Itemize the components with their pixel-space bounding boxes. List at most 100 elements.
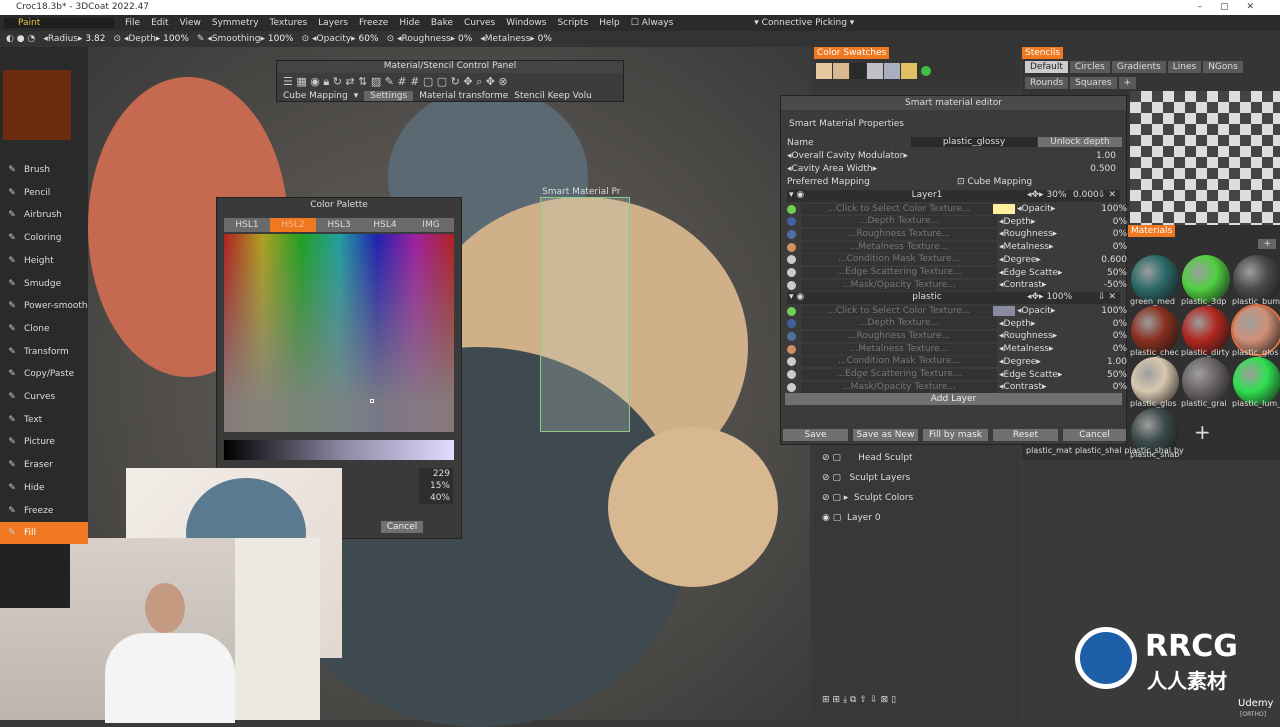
layer-item[interactable]: ⊘ ▢ Head Sculpt xyxy=(822,453,913,463)
tool-fill[interactable]: ✎ Fill xyxy=(0,522,88,545)
delete-layer-icon[interactable]: ⇩ ✕ xyxy=(1098,190,1116,200)
param-slider[interactable]: ◂Contrast▸ xyxy=(999,382,1079,392)
param-slider[interactable]: ◂Edge Scatte▸ xyxy=(999,268,1079,278)
stencil-tab-circles[interactable]: Circles xyxy=(1069,61,1110,73)
always-checkbox[interactable]: ☐ Always xyxy=(631,18,674,28)
tool-picture[interactable]: ✎ Picture xyxy=(0,431,88,453)
texture-slot[interactable]: ...Metalness Texture... xyxy=(801,241,997,253)
lightness-value[interactable]: 40% xyxy=(419,492,453,504)
param-value[interactable]: 0% xyxy=(1079,242,1127,252)
tool-smudge[interactable]: ✎ Smudge xyxy=(0,273,88,295)
delete-layer-icon[interactable]: ⇩ ✕ xyxy=(1098,292,1116,302)
menu-curves[interactable]: Curves xyxy=(464,18,495,28)
texture-slot[interactable]: ...Mask/Opacity Texture... xyxy=(801,279,997,291)
material-label[interactable]: plastic_shal xyxy=(1075,446,1122,455)
menu-edit[interactable]: Edit xyxy=(151,18,168,28)
texture-slot[interactable]: ...Click to Select Color Texture... xyxy=(801,305,997,317)
texture-slot[interactable]: ...Edge Scattering Texture... xyxy=(801,369,997,380)
color-swatch[interactable] xyxy=(901,63,917,79)
smoothing-slider[interactable]: ✎ ◂Smoothing▸ 100% xyxy=(197,34,294,44)
hue-saturation-picker[interactable] xyxy=(224,234,454,432)
menu-file[interactable]: File xyxy=(125,18,140,28)
add-material-plus[interactable]: + xyxy=(1194,420,1211,444)
param-value[interactable]: 50% xyxy=(1079,370,1127,380)
connective-picking-dropdown[interactable]: ▾ Connective Picking ▾ xyxy=(754,18,854,28)
save-button[interactable]: Save xyxy=(783,429,848,441)
cavity-width-slider[interactable]: ◂Cavity Area Width▸ xyxy=(787,164,877,174)
hue-value[interactable]: 229 xyxy=(419,468,453,480)
tool-freeze[interactable]: ✎ Freeze xyxy=(0,500,88,522)
tool-coloring[interactable]: ✎ Coloring xyxy=(0,227,88,249)
stencil-tab-squares[interactable]: Squares xyxy=(1070,77,1117,89)
param-value[interactable]: 0% xyxy=(1079,319,1127,329)
param-slider[interactable]: ◂Metalness▸ xyxy=(999,344,1079,354)
menu-textures[interactable]: Textures xyxy=(270,18,308,28)
saturation-value[interactable]: 15% xyxy=(419,480,453,492)
tab-img[interactable]: IMG xyxy=(408,218,454,232)
material-thumbnail[interactable] xyxy=(1233,357,1280,405)
layer-toolbar-icons[interactable]: ⊞⊞⤓⧉⇧⇩⊠▯ xyxy=(822,695,899,705)
add-material-button[interactable]: + xyxy=(1258,239,1276,249)
cancel-button[interactable]: Cancel xyxy=(1063,429,1126,441)
tab-hsl2[interactable]: HSL2 xyxy=(270,218,316,232)
color-swatch[interactable] xyxy=(921,66,931,76)
color-swatch[interactable] xyxy=(884,63,900,79)
color-swatch[interactable] xyxy=(833,63,849,79)
texture-slot[interactable]: ...Metalness Texture... xyxy=(801,343,997,355)
texture-slot[interactable]: ...Depth Texture... xyxy=(801,318,997,330)
cavity-mod-value[interactable]: 1.00 xyxy=(1096,151,1116,161)
save-as-new-button[interactable]: Save as New xyxy=(853,429,918,441)
tool-curves[interactable]: ✎ Curves xyxy=(0,386,88,408)
layer-item[interactable]: ⊘ ▢ Sculpt Layers xyxy=(822,473,910,483)
sme-layer-header[interactable]: ▾ ◉ Layer1 ◂✥▸ 30% 0.000 ⇩ ✕ xyxy=(787,190,1120,202)
texture-slot[interactable]: ...Roughness Texture... xyxy=(801,228,997,240)
param-slider[interactable]: ◂Roughness▸ xyxy=(999,331,1079,341)
tool-copy-paste[interactable]: ✎ Copy/Paste xyxy=(0,363,88,385)
unlock-depth-button[interactable]: Unlock depth xyxy=(1038,137,1122,147)
param-value[interactable]: 0% xyxy=(1079,229,1127,239)
radius-slider[interactable]: ◂Radius▸ 3.82 xyxy=(43,34,105,44)
param-value[interactable]: 1.00 xyxy=(1079,357,1127,367)
mscp-icons[interactable]: ☰ ▦ ◉ 🔒︎ ↻ ⇄ ⇅ ▨ ✎ # # ▢ ▢ ↻ ✥ ⌕ ✥ ⊗ xyxy=(277,73,623,91)
material-thumbnail[interactable] xyxy=(1231,304,1280,356)
tool-power-smooth[interactable]: ✎ Power-smooth xyxy=(0,295,88,317)
menu-hide[interactable]: Hide xyxy=(399,18,420,28)
param-value[interactable]: 100% xyxy=(1079,204,1127,214)
param-value[interactable]: 0% xyxy=(1079,382,1127,392)
param-value[interactable]: 50% xyxy=(1079,268,1127,278)
texture-slot[interactable]: ...Depth Texture... xyxy=(801,216,997,228)
menu-layers[interactable]: Layers xyxy=(318,18,348,28)
tool-height[interactable]: ✎ Height xyxy=(0,250,88,272)
brush-alpha-icon[interactable]: ◐ ● ◔ xyxy=(6,34,35,44)
texture-slot[interactable]: ...Edge Scattering Texture... xyxy=(801,267,997,278)
param-slider[interactable]: ◂Degree▸ xyxy=(999,357,1079,367)
material-transform-dropdown[interactable]: Material transforme xyxy=(419,91,508,101)
param-slider[interactable]: ◂Depth▸ xyxy=(999,319,1079,329)
material-thumbnail[interactable] xyxy=(1182,357,1230,405)
opacity-slider[interactable]: ⊙ ◂Opacity▸ 60% xyxy=(302,34,379,44)
menu-windows[interactable]: Windows xyxy=(506,18,546,28)
stencil-tab-default[interactable]: Default xyxy=(1025,61,1068,73)
param-value[interactable]: 100% xyxy=(1079,306,1127,316)
stencil-tab-lines[interactable]: Lines xyxy=(1167,61,1202,73)
material-thumbnail[interactable] xyxy=(1182,255,1230,303)
tab-hsl3[interactable]: HSL3 xyxy=(316,218,362,232)
cavity-modulator-slider[interactable]: ◂Overall Cavity Modulator▸ xyxy=(787,151,908,161)
param-slider[interactable]: ◂Edge Scatte▸ xyxy=(999,370,1079,380)
menu-help[interactable]: Help xyxy=(599,18,620,28)
fill-by-mask-button[interactable]: Fill by mask xyxy=(923,429,988,441)
param-value[interactable]: 0% xyxy=(1079,331,1127,341)
roughness-slider[interactable]: ⊙ ◂Roughness▸ 0% xyxy=(387,34,473,44)
material-thumbnail[interactable] xyxy=(1182,306,1230,354)
stencil-tab-gradients[interactable]: Gradients xyxy=(1111,61,1166,73)
param-value[interactable]: -50% xyxy=(1079,280,1127,290)
tool-transform[interactable]: ✎ Transform xyxy=(0,341,88,363)
cube-mapping-dropdown[interactable]: Cube Mapping xyxy=(283,91,348,101)
sme-layer-name[interactable]: Layer1 xyxy=(867,190,987,200)
window-controls[interactable]: –▢✕ xyxy=(1197,0,1272,15)
color-swatch[interactable] xyxy=(850,63,866,79)
lightness-slider[interactable] xyxy=(224,440,454,460)
sme-layer-header[interactable]: ▾ ◉ plastic ◂✥▸ 100% ⇩ ✕ xyxy=(787,292,1120,304)
depth-slider[interactable]: ⊙ ◂Depth▸ 100% xyxy=(113,34,188,44)
tool-eraser[interactable]: ✎ Eraser xyxy=(0,454,88,476)
